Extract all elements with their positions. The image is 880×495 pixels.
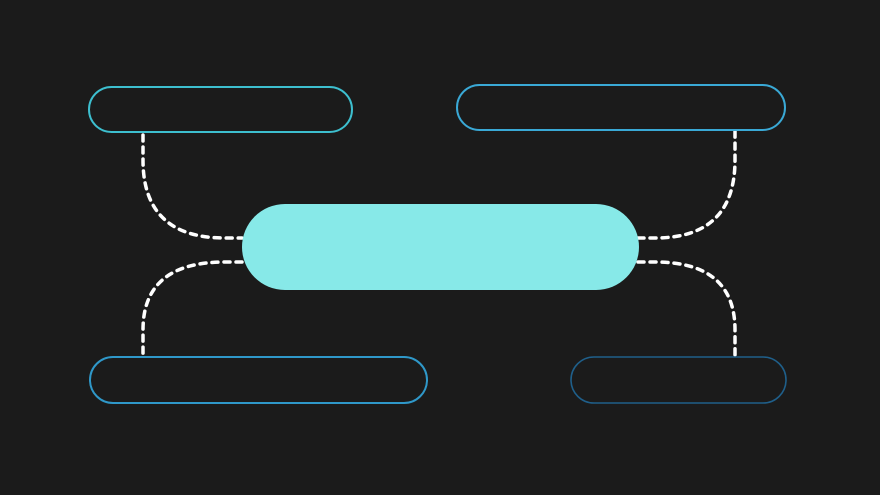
mind-map-diagram: [88, 84, 787, 404]
node-bottom-left: [89, 356, 428, 404]
connector-bottom-right: [636, 260, 737, 358]
connector-top-left: [141, 133, 244, 240]
connector-bottom-left: [141, 260, 244, 356]
node-bottom-right: [570, 356, 787, 404]
connector-top-right: [636, 129, 737, 240]
node-top-right: [456, 84, 786, 131]
node-top-left: [88, 86, 353, 133]
node-center: [242, 204, 639, 290]
